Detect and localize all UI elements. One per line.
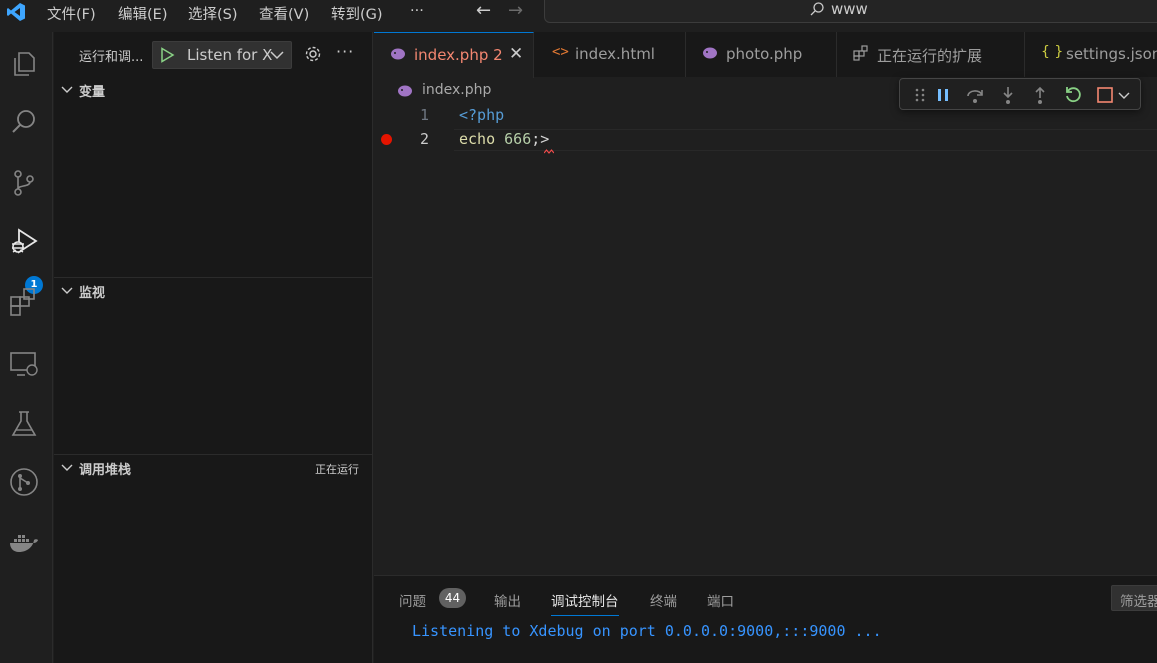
section-divider bbox=[54, 277, 373, 278]
menu-view[interactable]: 查看(V) bbox=[259, 3, 309, 24]
tab-label: index.php 2 bbox=[414, 46, 503, 64]
tab-ports[interactable]: 端口 bbox=[707, 590, 734, 610]
search-icon bbox=[810, 2, 824, 16]
step-out-icon[interactable] bbox=[1030, 85, 1050, 105]
tab-problem-count: 2 bbox=[493, 46, 503, 64]
debug-toolbar bbox=[899, 78, 1141, 110]
tab-label: 正在运行的扩展 bbox=[877, 47, 983, 65]
php-elephant-icon bbox=[391, 48, 405, 60]
tab-running-extensions[interactable]: 正在运行的扩展 bbox=[837, 32, 1025, 77]
tab-settings-json[interactable]: { } settings.json bbox=[1025, 32, 1157, 77]
section-title: 调用堆栈 bbox=[79, 463, 132, 478]
tab-photo-php[interactable]: photo.php bbox=[686, 32, 837, 77]
code-line-1[interactable]: <?php bbox=[459, 106, 504, 124]
code-editor[interactable]: 1 2 <?php echo 666;> bbox=[374, 104, 1157, 574]
tab-debug-console[interactable]: 调试控制台 bbox=[551, 590, 619, 616]
start-debugging-icon[interactable] bbox=[159, 47, 175, 63]
command-center-search[interactable]: www bbox=[544, 0, 1157, 23]
step-into-icon[interactable] bbox=[998, 85, 1018, 105]
watch-section-header[interactable]: 监视 bbox=[54, 280, 373, 302]
testing-flask-icon[interactable] bbox=[8, 408, 40, 440]
docker-icon[interactable] bbox=[8, 528, 40, 560]
launch-config-label: Listen for X bbox=[187, 46, 273, 64]
menu-selection[interactable]: 选择(S) bbox=[188, 3, 238, 24]
sidebar-title: 运行和调... bbox=[79, 50, 144, 65]
run-debug-sidebar: 运行和调... Listen for X ··· 变量 监视 调用堆栈 正在运行 bbox=[54, 32, 373, 663]
search-text: www bbox=[831, 0, 868, 18]
extensions-icon bbox=[853, 45, 868, 61]
variables-section-header[interactable]: 变量 bbox=[54, 79, 373, 101]
console-output-line: Listening to Xdebug on port 0.0.0.0:9000… bbox=[412, 622, 882, 640]
tab-label: settings.json bbox=[1066, 45, 1157, 63]
search-icon[interactable] bbox=[8, 106, 40, 138]
pause-icon[interactable] bbox=[933, 85, 953, 105]
menu-file[interactable]: 文件(F) bbox=[47, 3, 96, 24]
launch-config-select[interactable]: Listen for X bbox=[152, 41, 292, 69]
code-token: echo bbox=[459, 130, 496, 148]
problems-count-badge: 44 bbox=[439, 588, 466, 608]
editor-tabs: index.php 2 ✕ <> index.html photo.php 正在… bbox=[374, 32, 1157, 78]
html-icon: <> bbox=[552, 44, 569, 60]
remote-explorer-icon[interactable] bbox=[8, 348, 40, 380]
explorer-icon[interactable] bbox=[8, 48, 40, 80]
step-over-icon[interactable] bbox=[965, 85, 985, 105]
vscode-logo-icon bbox=[7, 3, 25, 21]
tab-output[interactable]: 输出 bbox=[494, 590, 521, 610]
php-elephant-icon bbox=[398, 85, 412, 97]
console-filter-input[interactable]: 筛选器 bbox=[1111, 585, 1157, 611]
code-token: 666 bbox=[504, 130, 532, 148]
tab-label: photo.php bbox=[726, 45, 803, 63]
bottom-panel: 问题 44 输出 调试控制台 终端 端口 筛选器 Listening to Xd… bbox=[374, 575, 1157, 663]
chevron-down-icon[interactable] bbox=[1117, 85, 1131, 105]
code-token: <?php bbox=[459, 106, 505, 124]
extensions-icon[interactable] bbox=[8, 286, 40, 318]
back-arrow-icon[interactable]: ← bbox=[476, 0, 491, 21]
run-debug-icon[interactable] bbox=[8, 226, 40, 258]
code-line-2[interactable]: echo 666;> bbox=[459, 130, 549, 148]
activity-bar: 1 bbox=[0, 32, 53, 663]
call-stack-status: 正在运行 bbox=[315, 463, 359, 476]
error-squiggle bbox=[544, 149, 554, 154]
chevron-down-icon bbox=[61, 464, 73, 471]
more-actions-icon[interactable]: ··· bbox=[336, 42, 354, 61]
section-title: 变量 bbox=[79, 85, 106, 100]
close-icon[interactable]: ✕ bbox=[509, 44, 523, 64]
git-graph-icon[interactable] bbox=[8, 466, 40, 498]
section-title: 监视 bbox=[79, 286, 106, 301]
drag-handle-icon[interactable] bbox=[910, 85, 930, 105]
line-number: 1 bbox=[419, 106, 429, 124]
tab-problems[interactable]: 问题 bbox=[399, 590, 426, 610]
tab-index-php[interactable]: index.php 2 ✕ bbox=[374, 32, 534, 78]
restart-icon[interactable] bbox=[1063, 85, 1083, 105]
filter-placeholder: 筛选器 bbox=[1120, 594, 1157, 610]
tab-terminal[interactable]: 终端 bbox=[650, 590, 677, 610]
stop-icon[interactable] bbox=[1095, 85, 1115, 105]
json-icon: { } bbox=[1041, 44, 1064, 60]
menu-go[interactable]: 转到(G) bbox=[331, 3, 383, 24]
code-token: ;> bbox=[531, 130, 550, 148]
php-elephant-icon bbox=[703, 47, 717, 59]
breadcrumb-file[interactable]: index.php bbox=[422, 82, 491, 98]
title-bar: 文件(F) 编辑(E) 选择(S) 查看(V) 转到(G) ··· ← → ww… bbox=[0, 0, 1157, 24]
tab-index-html[interactable]: <> index.html bbox=[534, 32, 686, 77]
section-divider bbox=[54, 454, 373, 455]
source-control-icon[interactable] bbox=[8, 167, 40, 199]
gear-icon[interactable] bbox=[304, 45, 322, 63]
menu-edit[interactable]: 编辑(E) bbox=[118, 3, 167, 24]
chevron-down-icon bbox=[270, 51, 284, 60]
tab-label: index.html bbox=[575, 45, 655, 63]
menu-more[interactable]: ··· bbox=[410, 3, 424, 19]
chevron-down-icon bbox=[61, 86, 73, 93]
forward-arrow-icon[interactable]: → bbox=[508, 0, 523, 21]
line-number: 2 bbox=[419, 130, 429, 148]
current-line-highlight bbox=[454, 129, 1157, 151]
call-stack-section-header[interactable]: 调用堆栈 正在运行 bbox=[54, 457, 373, 479]
chevron-down-icon bbox=[61, 287, 73, 294]
